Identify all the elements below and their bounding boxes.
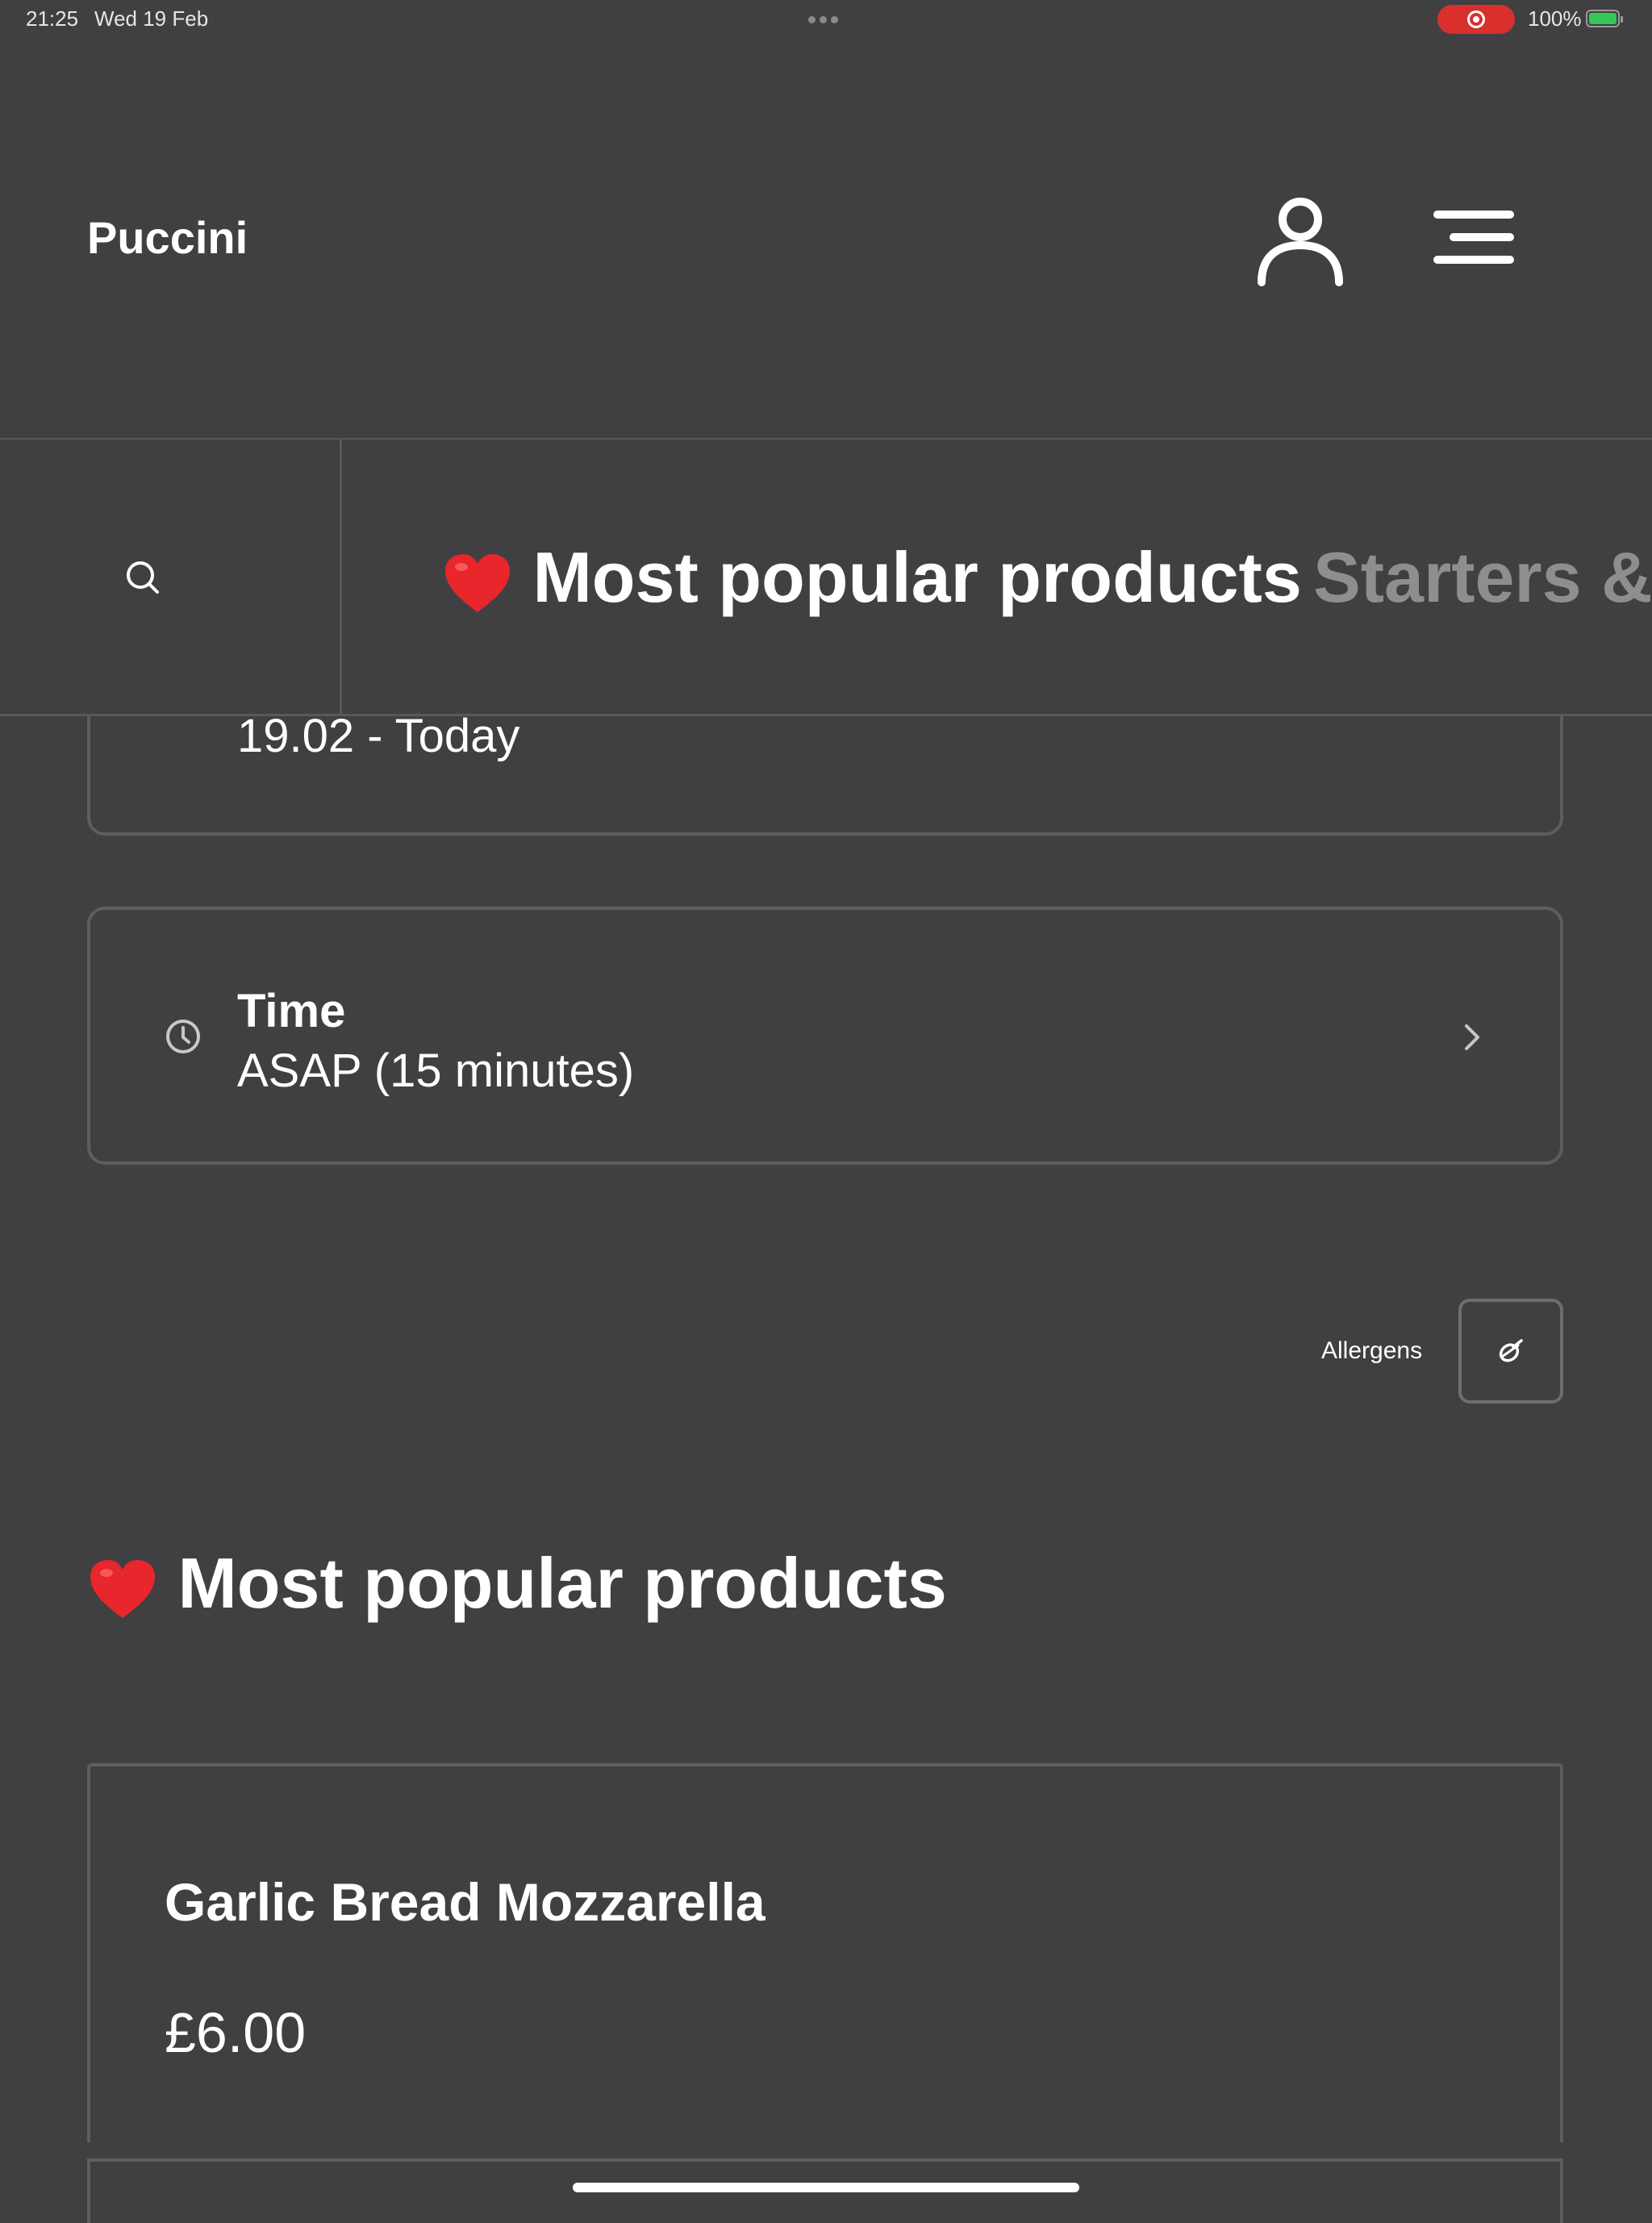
product-name: Garlic Bread Mozzarella <box>165 1872 766 1932</box>
allergens-button[interactable] <box>1458 1299 1563 1403</box>
allergens-label: Allergens <box>1321 1337 1423 1364</box>
battery-icon <box>1586 10 1623 27</box>
home-indicator[interactable] <box>573 2183 1079 2192</box>
category-nav: Most popular products Starters & <box>0 438 1652 716</box>
search-icon <box>127 561 159 594</box>
time-value: ASAP (15 minutes) <box>237 1045 635 1097</box>
allergen-filter-icon <box>1499 1339 1523 1362</box>
time-selector[interactable]: Time ASAP (15 minutes) <box>87 907 1563 1165</box>
product-price: £6.00 <box>165 2001 307 2064</box>
tab-label: Most popular products <box>532 537 1302 617</box>
section-heading: Most popular products <box>87 1542 947 1624</box>
clock-icon <box>166 1020 200 1053</box>
tab-starters[interactable]: Starters & <box>1313 536 1652 619</box>
section-title-text: Most popular products <box>177 1543 947 1623</box>
chevron-right-icon <box>1465 1024 1479 1050</box>
heart-icon <box>90 1559 155 1618</box>
date-value: 19.02 - Today <box>237 710 520 762</box>
brand-title[interactable]: Puccini <box>87 211 248 264</box>
menu-button[interactable] <box>1429 205 1518 269</box>
status-time: 21:25 <box>26 6 79 31</box>
search-button[interactable] <box>0 440 342 714</box>
status-bar: 21:25 Wed 19 Feb 100% <box>0 0 1652 39</box>
multitasking-dots-icon[interactable] <box>808 16 844 23</box>
time-title: Time <box>237 985 346 1037</box>
account-button[interactable] <box>1255 190 1345 287</box>
screen-recording-icon[interactable] <box>1437 5 1515 34</box>
status-date: Wed 19 Feb <box>94 6 209 31</box>
battery-percentage: 100% <box>1528 6 1582 31</box>
product-card[interactable]: Garlic Bread Mozzarella £6.00 <box>87 1763 1563 2142</box>
heart-icon <box>445 553 510 612</box>
person-icon <box>1258 198 1343 286</box>
hamburger-menu-icon <box>1433 211 1514 264</box>
tab-most-popular[interactable]: Most popular products <box>442 536 1302 619</box>
